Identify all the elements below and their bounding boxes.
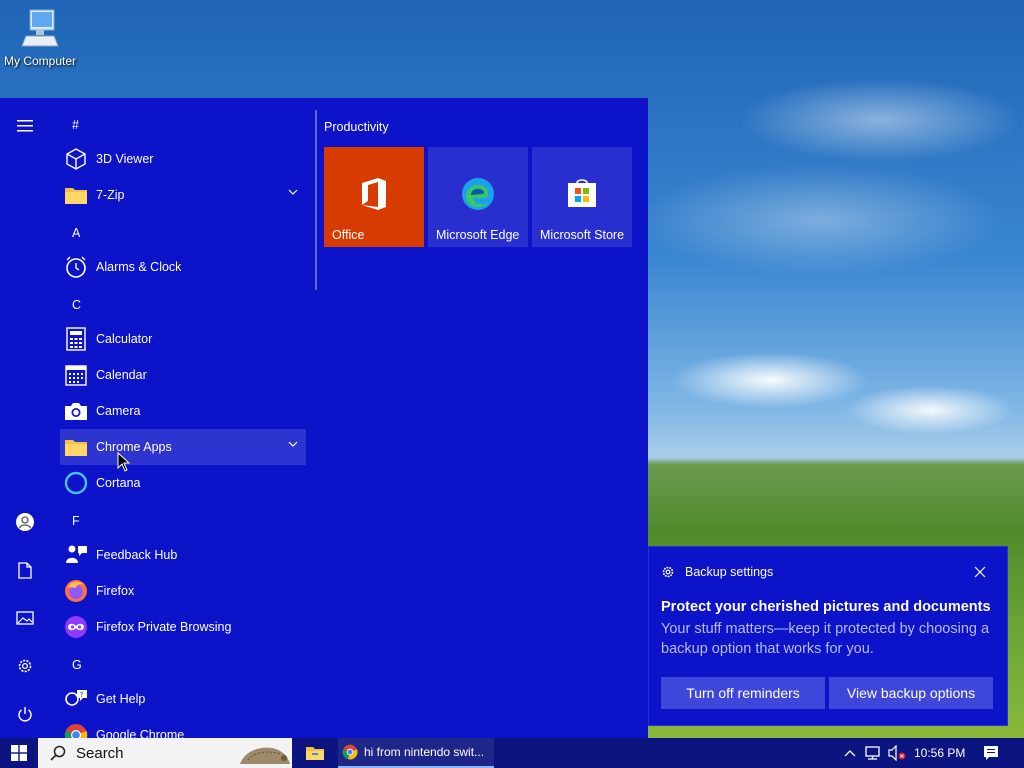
tile-group-title[interactable]: Productivity xyxy=(324,120,389,134)
folder-icon xyxy=(63,182,89,208)
taskbar-window-title: hi from nintendo swit... xyxy=(364,745,485,759)
close-icon[interactable] xyxy=(973,565,987,579)
letter-header-hash[interactable]: # xyxy=(72,118,79,132)
tile-label: Office xyxy=(332,228,365,242)
office-icon xyxy=(324,177,424,211)
feedback-icon xyxy=(63,542,89,568)
cube-icon xyxy=(63,146,89,172)
app-chrome-apps-folder[interactable]: Chrome Apps xyxy=(60,429,306,465)
notification-body: Your stuff matters—keep it protected by … xyxy=(661,621,990,657)
pictures-icon xyxy=(16,611,34,625)
svg-text:?: ? xyxy=(80,691,84,699)
view-backup-options-button[interactable]: View backup options xyxy=(829,677,993,709)
notification-center-icon xyxy=(984,746,998,760)
notification-app-name: Backup settings xyxy=(685,565,774,579)
taskbar-search-box[interactable]: Search xyxy=(38,738,292,768)
app-feedback-hub[interactable]: Feedback Hub xyxy=(60,537,306,573)
letter-header-a[interactable]: A xyxy=(72,226,80,240)
notification-headline: Protect your cherished pictures and docu… xyxy=(661,599,991,615)
search-highlight-image xyxy=(240,747,290,764)
calendar-icon xyxy=(63,362,89,388)
chrome-icon xyxy=(63,722,89,738)
folder-icon xyxy=(63,434,89,460)
letter-header-c[interactable]: C xyxy=(72,298,81,312)
hamburger-icon xyxy=(17,120,33,132)
scrollbar-thumb[interactable] xyxy=(315,110,317,290)
windows-logo-icon xyxy=(11,745,27,761)
pictures-button[interactable] xyxy=(0,594,50,642)
network-status-button[interactable] xyxy=(862,738,884,768)
mouse-cursor-icon xyxy=(117,452,131,472)
firefox-private-icon xyxy=(63,614,89,640)
app-7zip-folder[interactable]: 7-Zip xyxy=(60,177,306,213)
app-google-chrome[interactable]: Google Chrome xyxy=(60,717,306,738)
search-icon xyxy=(50,745,66,761)
cortana-icon xyxy=(63,470,89,496)
app-firefox[interactable]: Firefox xyxy=(60,573,306,609)
settings-icon xyxy=(18,659,32,673)
file-explorer-icon xyxy=(306,747,324,760)
desktop-icon-my-computer[interactable]: My Computer xyxy=(2,8,78,68)
start-rail xyxy=(0,98,50,738)
user-account-button[interactable] xyxy=(0,498,50,546)
search-placeholder: Search xyxy=(76,744,124,762)
app-firefox-private[interactable]: Firefox Private Browsing xyxy=(60,609,306,645)
notification-header: Backup settings xyxy=(661,565,773,579)
turn-off-reminders-button[interactable]: Turn off reminders xyxy=(661,677,825,709)
tile-office[interactable]: Office xyxy=(324,147,424,247)
letter-header-f[interactable]: F xyxy=(72,514,80,528)
settings-button[interactable] xyxy=(0,642,50,690)
start-menu: # 3D Viewer 7-Zip A Alarms & Clock C Cal… xyxy=(0,98,648,738)
app-calculator[interactable]: Calculator xyxy=(60,321,306,357)
expand-menu-button[interactable] xyxy=(0,102,50,150)
taskbar-clock[interactable]: 10:56 PM xyxy=(914,746,965,760)
tile-microsoft-store[interactable]: Microsoft Store xyxy=(532,147,632,247)
documents-button[interactable] xyxy=(0,546,50,594)
action-center-button[interactable] xyxy=(980,738,1002,768)
camera-icon xyxy=(63,398,89,424)
chevron-down-icon xyxy=(288,441,298,447)
show-hidden-icons-button[interactable] xyxy=(842,738,858,768)
letter-header-g[interactable]: G xyxy=(72,658,82,672)
power-button[interactable] xyxy=(0,690,50,738)
store-icon xyxy=(532,177,632,209)
tile-label: Microsoft Store xyxy=(540,228,625,242)
app-calendar[interactable]: Calendar xyxy=(60,357,306,393)
tile-microsoft-edge[interactable]: Microsoft Edge xyxy=(428,147,528,247)
app-list: # 3D Viewer 7-Zip A Alarms & Clock C Cal… xyxy=(60,98,306,738)
taskbar: Search hi from nintendo swit... 10:56 PM xyxy=(0,738,1024,768)
documents-icon xyxy=(18,561,32,579)
computer-icon xyxy=(20,8,60,50)
chrome-icon xyxy=(342,744,358,760)
taskbar-file-explorer[interactable] xyxy=(300,738,330,768)
gear-icon xyxy=(662,566,674,578)
chevron-down-icon xyxy=(288,189,298,195)
app-get-help[interactable]: ? Get Help xyxy=(60,681,306,717)
volume-muted-icon xyxy=(888,745,906,761)
app-camera[interactable]: Camera xyxy=(60,393,306,429)
firefox-icon xyxy=(63,578,89,604)
desktop-icon-label: My Computer xyxy=(3,54,77,68)
tile-label: Microsoft Edge xyxy=(436,228,520,242)
calculator-icon xyxy=(63,326,89,352)
chevron-up-icon xyxy=(844,750,856,757)
help-icon: ? xyxy=(63,686,89,712)
app-3d-viewer[interactable]: 3D Viewer xyxy=(60,141,306,177)
user-icon xyxy=(16,513,34,531)
backup-notification[interactable]: Backup settings Protect your cherished p… xyxy=(648,546,1008,726)
taskbar-chrome-window[interactable]: hi from nintendo swit... xyxy=(338,738,494,768)
network-icon xyxy=(865,746,880,760)
app-alarms-clock[interactable]: Alarms & Clock xyxy=(60,249,306,285)
volume-button[interactable] xyxy=(886,738,908,768)
edge-icon xyxy=(428,177,528,211)
app-cortana[interactable]: Cortana xyxy=(60,465,306,501)
power-icon xyxy=(18,707,32,722)
clock-icon xyxy=(63,254,89,280)
start-button[interactable] xyxy=(0,738,38,768)
